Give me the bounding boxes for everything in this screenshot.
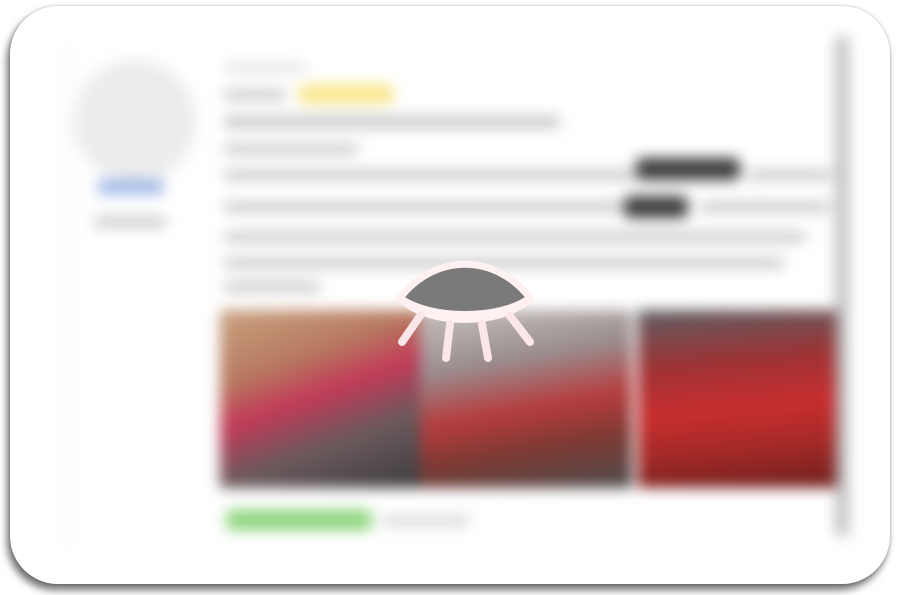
avatar [72, 58, 198, 184]
highlight-tag [298, 84, 394, 104]
screen [0, 0, 903, 595]
secondary-link [94, 216, 166, 228]
profile-link [98, 180, 164, 194]
body-line [224, 202, 622, 212]
name-line [224, 90, 286, 100]
divider [68, 46, 70, 546]
meta-line [224, 144, 358, 154]
eyelash [506, 312, 534, 346]
photo-3 [638, 310, 838, 488]
blurred-content-card[interactable] [10, 6, 890, 584]
body-line [224, 282, 320, 292]
closed-eye-icon[interactable] [390, 258, 540, 368]
timestamp-line [224, 64, 306, 72]
title-line [224, 116, 560, 128]
scrollbar [836, 36, 848, 536]
footer-text [382, 516, 470, 526]
status-badge [226, 510, 372, 530]
dark-tag [624, 196, 688, 218]
eyelash [398, 312, 424, 346]
body-line [700, 202, 830, 212]
eyelash [442, 320, 454, 362]
body-line [224, 170, 636, 180]
body-line [224, 232, 806, 242]
eyelash [478, 320, 492, 362]
body-line [748, 170, 832, 180]
dark-tag [636, 158, 740, 180]
